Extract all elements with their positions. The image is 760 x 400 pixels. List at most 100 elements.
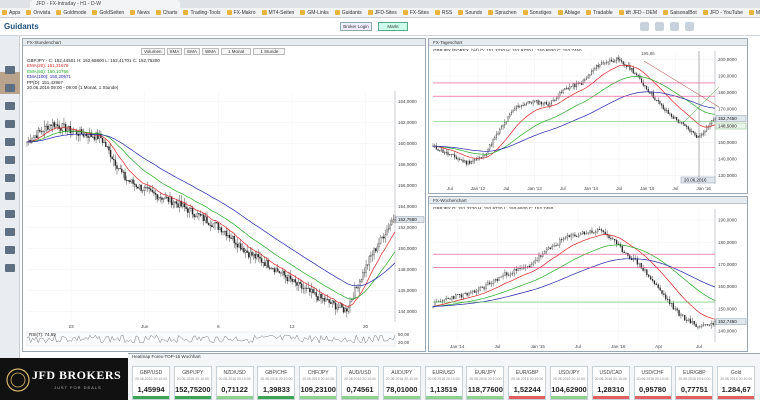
candle-body bbox=[182, 203, 184, 207]
guidants-logo[interactable]: Guidants bbox=[4, 20, 40, 34]
settings-icon[interactable] bbox=[685, 22, 694, 31]
bookmark-item[interactable]: FX-Sites bbox=[402, 10, 429, 16]
bookmark-item[interactable]: Onvista bbox=[26, 10, 50, 16]
rsi-tick-label: 50,00 bbox=[398, 332, 410, 337]
candle-body bbox=[699, 326, 701, 328]
bookmark-label: Ablage bbox=[564, 9, 581, 16]
help-icon[interactable] bbox=[5, 264, 15, 272]
folder-icon bbox=[702, 10, 708, 15]
heatmap-tile[interactable]: Gold 20.06.2016 20:10:00 1.284,67 bbox=[717, 366, 756, 400]
candle-body bbox=[682, 122, 684, 125]
candle-body bbox=[467, 160, 469, 165]
candle-body bbox=[299, 282, 301, 284]
heatmap-tile[interactable]: GBP/USD 20.06.2016 20:10:00 1,45994 bbox=[132, 366, 170, 400]
heatmap-tile[interactable]: USD/JPY 20.06.2016 20:10:00 104,62900 bbox=[550, 366, 588, 400]
bookmark-item[interactable]: Goldmode bbox=[56, 10, 86, 16]
heatmap-tile[interactable]: CHF/JPY 20.06.2016 20:10:00 109,23100 bbox=[299, 366, 338, 400]
heatmap-tile[interactable]: USD/CAD 20.06.2016 20:10:00 1,28310 bbox=[591, 366, 630, 400]
bookmark-item[interactable]: RSS bbox=[434, 10, 452, 16]
bookmark-item[interactable]: Medien bbox=[748, 10, 760, 16]
broker-login-button[interactable]: Broker Login bbox=[340, 22, 372, 31]
candle-body bbox=[654, 97, 656, 101]
heatmap-tile[interactable]: EUR/GBP 20.06.2016 20:10:00 0,77751 bbox=[675, 366, 714, 400]
heatmap-tile[interactable]: AUD/JPY 20.06.2016 20:10:00 78,01000 bbox=[382, 366, 421, 400]
candle-body bbox=[294, 279, 297, 283]
bookmark-item[interactable]: Sounds bbox=[458, 10, 482, 16]
candle-body bbox=[490, 144, 492, 146]
candle-body bbox=[666, 110, 668, 112]
candle-body bbox=[264, 262, 266, 266]
bookmark-item[interactable]: Sprachen bbox=[488, 10, 517, 16]
y-tick-label: 160,0000 bbox=[398, 141, 417, 146]
candle-body bbox=[692, 130, 694, 133]
folder-icon bbox=[300, 10, 306, 15]
heatmap-tile[interactable]: GBP/CHF 20.06.2016 20:10:00 1,39833 bbox=[257, 366, 296, 400]
candle-body bbox=[485, 153, 487, 157]
heatmap-tile[interactable]: EUR/JPY 20.06.2016 20:10:00 118,77600 bbox=[466, 366, 505, 400]
tile-change-bar bbox=[425, 396, 462, 399]
bookmark-item[interactable]: News bbox=[130, 10, 150, 16]
heatmap-tile[interactable]: EUR/USD 20.06.2016 20:10:00 1,13519 bbox=[424, 366, 463, 400]
heatmap-tile[interactable]: USD/CHF 20.06.2016 20:10:00 0,95780 bbox=[633, 366, 672, 400]
bookmark-item[interactable]: Guidants bbox=[334, 9, 362, 16]
user-icon[interactable] bbox=[670, 22, 679, 31]
bookmark-item[interactable]: GM-Links bbox=[300, 10, 329, 16]
bookmark-item[interactable]: Apps bbox=[2, 10, 20, 16]
bookmark-item[interactable]: SaisonalBot bbox=[663, 10, 697, 16]
bookmark-item[interactable]: Ablage bbox=[557, 9, 581, 16]
broadcast-icon[interactable] bbox=[5, 192, 15, 200]
candle-body bbox=[532, 262, 534, 265]
candle-body bbox=[32, 137, 35, 141]
candle-body bbox=[451, 296, 453, 300]
candle-body bbox=[648, 274, 650, 277]
tile-price: 1,39833 bbox=[262, 385, 290, 394]
heatmap-tile[interactable]: NZD/USD 20.06.2016 20:10:00 0,71122 bbox=[215, 366, 254, 400]
bookmark-item[interactable]: Trading-Tools bbox=[183, 10, 221, 16]
gauge-icon[interactable] bbox=[5, 174, 15, 182]
notification-icon[interactable] bbox=[640, 22, 649, 31]
candle-body bbox=[117, 168, 120, 170]
briefcase-icon[interactable] bbox=[5, 138, 15, 146]
bookmark-item[interactable]: MT4-Seiten bbox=[261, 10, 294, 16]
candle-body bbox=[591, 230, 593, 233]
candle-body bbox=[540, 255, 542, 257]
bookmark-item[interactable]: JFD - YouTube bbox=[702, 10, 743, 16]
bookmark-label: Guidants bbox=[341, 9, 362, 16]
bookmark-item[interactable]: tift JFD - DEM bbox=[618, 10, 657, 16]
candle-body bbox=[484, 155, 486, 157]
candle-body bbox=[286, 277, 289, 282]
browser-tab[interactable]: JFD - FX-Intraday - H1 - D-W bbox=[30, 0, 180, 8]
candle-body bbox=[346, 308, 348, 312]
layers-icon[interactable] bbox=[5, 228, 15, 236]
candle-body bbox=[251, 251, 253, 256]
globe-icon[interactable] bbox=[5, 210, 15, 218]
bell-icon[interactable] bbox=[5, 246, 15, 254]
bookmark-item[interactable]: Tradable bbox=[586, 10, 613, 16]
bookmark-item[interactable]: Charts bbox=[155, 10, 177, 16]
bookmark-item[interactable]: FX-Makro bbox=[226, 10, 256, 16]
calendar-icon[interactable] bbox=[5, 156, 15, 164]
bookmark-item[interactable]: Sonstiges bbox=[522, 10, 552, 16]
candle-body bbox=[570, 86, 573, 88]
bookmark-item[interactable]: GoldSeiten bbox=[92, 10, 124, 16]
news-icon[interactable] bbox=[5, 102, 15, 110]
chat-icon[interactable] bbox=[655, 22, 664, 31]
candle-body bbox=[92, 136, 94, 138]
heatmap-tile[interactable]: GBP/JPY 20.06.2016 20:10:00 152,75200 bbox=[173, 366, 212, 400]
tools-icon[interactable] bbox=[5, 120, 15, 128]
tile-symbol: EUR/GBP bbox=[515, 370, 539, 376]
bookmark-item[interactable]: JFD-Sites bbox=[367, 10, 397, 16]
hourly-chart-canvas[interactable]: 164,0000 162,0000 160,0000 158,0000 156,0000… bbox=[23, 47, 425, 352]
heatmap-tile[interactable]: EUR/GBP 20.06.2016 20:10:00 1,52244 bbox=[508, 366, 547, 400]
daily-chart-canvas[interactable]: 200,0000190,0000180,0000170,0000160,0000… bbox=[429, 47, 747, 194]
weekly-chart-canvas[interactable]: 190,0000 180,0000 170,0000 160,0000 150,0000… bbox=[429, 205, 747, 352]
watchlist-icon[interactable] bbox=[5, 84, 15, 92]
market-button[interactable]: Markt bbox=[378, 22, 408, 31]
candle-body bbox=[333, 300, 335, 304]
chart-icon[interactable] bbox=[5, 66, 15, 74]
heatmap-tile[interactable]: AUD/USD 20.06.2016 20:10:00 0,74561 bbox=[341, 366, 379, 400]
candle-body bbox=[167, 197, 170, 202]
candle-body bbox=[342, 307, 345, 313]
candle-body bbox=[318, 293, 321, 301]
tile-price: 1,13519 bbox=[430, 385, 458, 394]
